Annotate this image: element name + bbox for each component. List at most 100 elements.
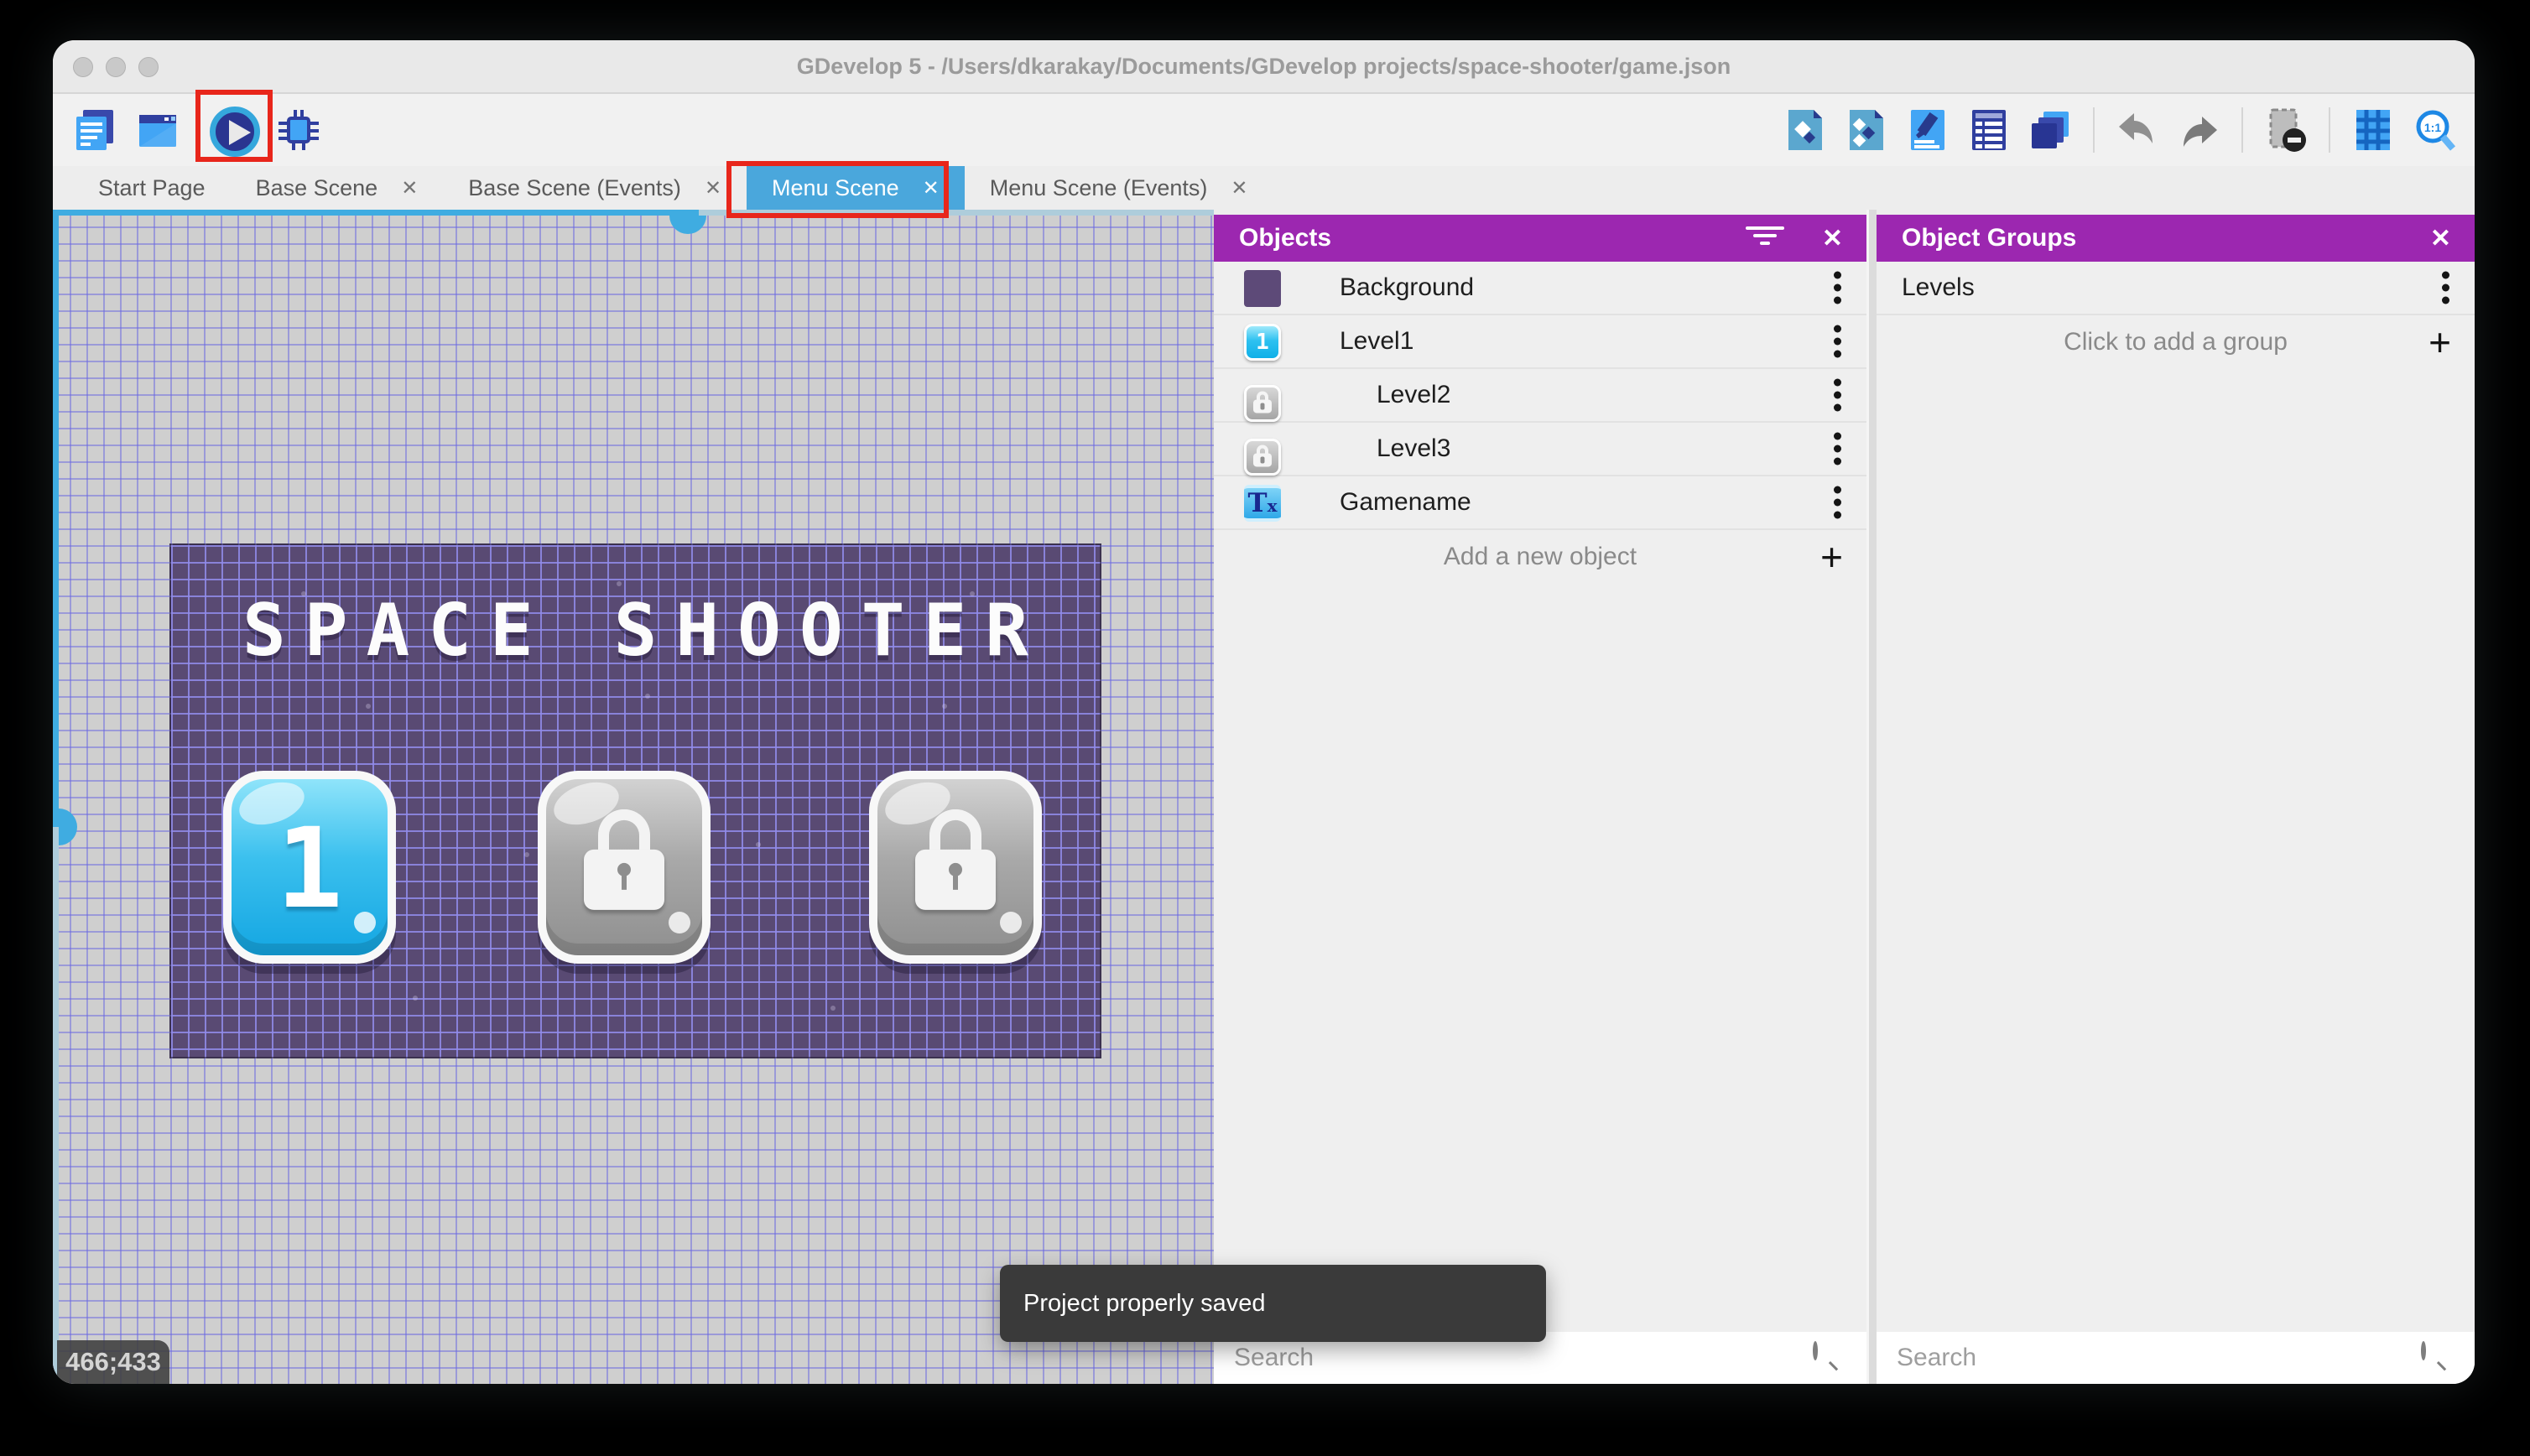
objects-panel: Objects ✕ Background 1 Level1 Level2 Lev…: [1214, 210, 1866, 1384]
star-speck: [756, 841, 762, 847]
filter-icon[interactable]: [1746, 226, 1784, 250]
svg-text:1:1: 1:1: [2424, 121, 2441, 134]
gloss-dot: [669, 912, 690, 933]
toolbar-separator: [2329, 107, 2330, 153]
object-groups-panel-icon[interactable]: [1843, 107, 1890, 153]
star-speck: [941, 704, 947, 710]
titlebar: GDevelop 5 - /Users/dkarakay/Documents/G…: [53, 40, 2475, 94]
object-menu-kebab-icon[interactable]: [1834, 271, 1841, 304]
add-group-plus-icon[interactable]: +: [2428, 323, 2451, 361]
lock-icon: [915, 809, 996, 917]
star-speck: [300, 590, 306, 596]
object-groups-panel-header: Object Groups ✕: [1877, 215, 2475, 262]
gloss-dot: [354, 912, 376, 933]
undo-icon[interactable]: [2114, 107, 2161, 153]
scene-background-object[interactable]: SPACE SHOOTER 1: [169, 543, 1101, 1058]
locked-thumbnail-icon: [1244, 439, 1281, 476]
object-name: Background: [1340, 273, 1475, 301]
object-groups-search-bar: [1877, 1332, 2475, 1384]
object-menu-kebab-icon[interactable]: [1834, 378, 1841, 412]
background-swatch-icon: [1244, 270, 1281, 307]
text-object-icon: Tx: [1244, 485, 1281, 522]
toolbar-separator: [2093, 107, 2095, 153]
vertical-scrollbar-handle[interactable]: [59, 809, 77, 845]
horizontal-scrollbar-handle[interactable]: [669, 216, 706, 234]
scene-window-icon[interactable]: [134, 107, 181, 153]
annotation-box-play-button: [195, 90, 273, 162]
group-name: Levels: [1902, 273, 1975, 301]
game-title-text-object[interactable]: SPACE SHOOTER: [171, 589, 1100, 673]
debug-icon[interactable]: [275, 107, 322, 153]
object-row-background[interactable]: Background: [1214, 262, 1866, 315]
cursor-coordinates-readout: 466;433: [57, 1340, 169, 1384]
tab-label: Start Page: [98, 174, 206, 200]
add-new-object-label: Add a new object: [1443, 543, 1637, 570]
level3-button-object[interactable]: [869, 771, 1042, 964]
object-row-gamename[interactable]: Tx Gamename: [1214, 476, 1866, 530]
star-speck: [830, 1006, 836, 1011]
add-group-row[interactable]: Click to add a group +: [1877, 315, 2475, 369]
star-speck: [970, 590, 976, 596]
add-new-object-row[interactable]: Add a new object +: [1214, 530, 1866, 584]
panel-divider[interactable]: [1866, 210, 1877, 1384]
add-group-label: Click to add a group: [2064, 328, 2288, 356]
locked-thumbnail-icon: [1244, 385, 1281, 422]
add-object-plus-icon[interactable]: +: [1820, 538, 1843, 576]
traffic-lights: [73, 57, 159, 77]
toolbar-right-group: 1:1: [1782, 94, 2458, 166]
object-name: Level3: [1377, 434, 1451, 462]
zoom-1-1-icon[interactable]: 1:1: [2411, 107, 2458, 153]
object-menu-kebab-icon[interactable]: [1834, 486, 1841, 519]
scene-editor-canvas[interactable]: SPACE SHOOTER 1 466;433: [53, 210, 1214, 1384]
object-row-level3[interactable]: Level3: [1214, 423, 1866, 476]
lock-icon: [584, 809, 664, 917]
tab-label: Base Scene (Events): [468, 174, 681, 200]
window-title: GDevelop 5 - /Users/dkarakay/Documents/G…: [796, 54, 1731, 79]
tab-label: Menu Scene (Events): [989, 174, 1208, 200]
tab-close-icon[interactable]: ✕: [1231, 176, 1247, 200]
tab-base-scene[interactable]: Base Scene ✕: [231, 166, 444, 210]
tab-base-scene-events[interactable]: Base Scene (Events) ✕: [443, 166, 747, 210]
redo-icon[interactable]: [2175, 107, 2222, 153]
level1-button-object[interactable]: 1: [223, 771, 396, 964]
search-magnifier-icon: [2421, 1341, 2449, 1372]
object-menu-kebab-icon[interactable]: [1834, 432, 1841, 465]
object-row-level1[interactable]: 1 Level1: [1214, 315, 1866, 369]
object-groups-panel-title: Object Groups: [1902, 224, 2077, 252]
objects-panel-icon[interactable]: [1782, 107, 1829, 153]
group-row-levels[interactable]: Levels: [1877, 262, 2475, 315]
star-speck: [644, 693, 650, 699]
object-row-level2[interactable]: Level2: [1214, 369, 1866, 423]
vertical-scrollbar[interactable]: [53, 210, 59, 1384]
search-magnifier-icon: [1813, 1341, 1841, 1372]
instances-list-panel-icon[interactable]: [1965, 107, 2012, 153]
object-groups-search-input[interactable]: [1877, 1332, 2475, 1384]
object-name: Level2: [1377, 381, 1451, 408]
level2-button-object[interactable]: [538, 771, 711, 964]
object-name: Gamename: [1340, 488, 1471, 516]
close-window-button[interactable]: [73, 57, 93, 77]
save-toast: Project properly saved: [1000, 1265, 1546, 1342]
gdevelop-window: GDevelop 5 - /Users/dkarakay/Documents/G…: [53, 40, 2475, 1384]
level1-thumbnail-icon: 1: [1244, 324, 1281, 361]
close-objects-panel-icon[interactable]: ✕: [1822, 224, 1843, 253]
close-object-groups-panel-icon[interactable]: ✕: [2430, 224, 2451, 253]
minimize-window-button[interactable]: [106, 57, 126, 77]
object-menu-kebab-icon[interactable]: [1834, 325, 1841, 358]
tab-close-icon[interactable]: ✕: [705, 176, 721, 200]
toolbar: 1:1: [53, 94, 2475, 166]
project-manager-icon[interactable]: [71, 107, 118, 153]
horizontal-scrollbar[interactable]: [53, 210, 1214, 216]
tab-start-page[interactable]: Start Page: [73, 166, 231, 210]
tab-menu-scene-events[interactable]: Menu Scene (Events) ✕: [965, 166, 1273, 210]
group-menu-kebab-icon[interactable]: [2442, 271, 2449, 304]
properties-panel-icon[interactable]: [1904, 107, 1951, 153]
tabbar: Start Page Base Scene ✕ Base Scene (Even…: [53, 166, 2475, 210]
layers-panel-icon[interactable]: [2027, 107, 2074, 153]
grid-icon[interactable]: [2350, 107, 2397, 153]
tab-close-icon[interactable]: ✕: [401, 176, 418, 200]
objects-panel-title: Objects: [1239, 224, 1332, 252]
maximize-window-button[interactable]: [138, 57, 159, 77]
toolbar-separator: [2241, 107, 2243, 153]
render-mask-icon[interactable]: [2262, 107, 2309, 153]
